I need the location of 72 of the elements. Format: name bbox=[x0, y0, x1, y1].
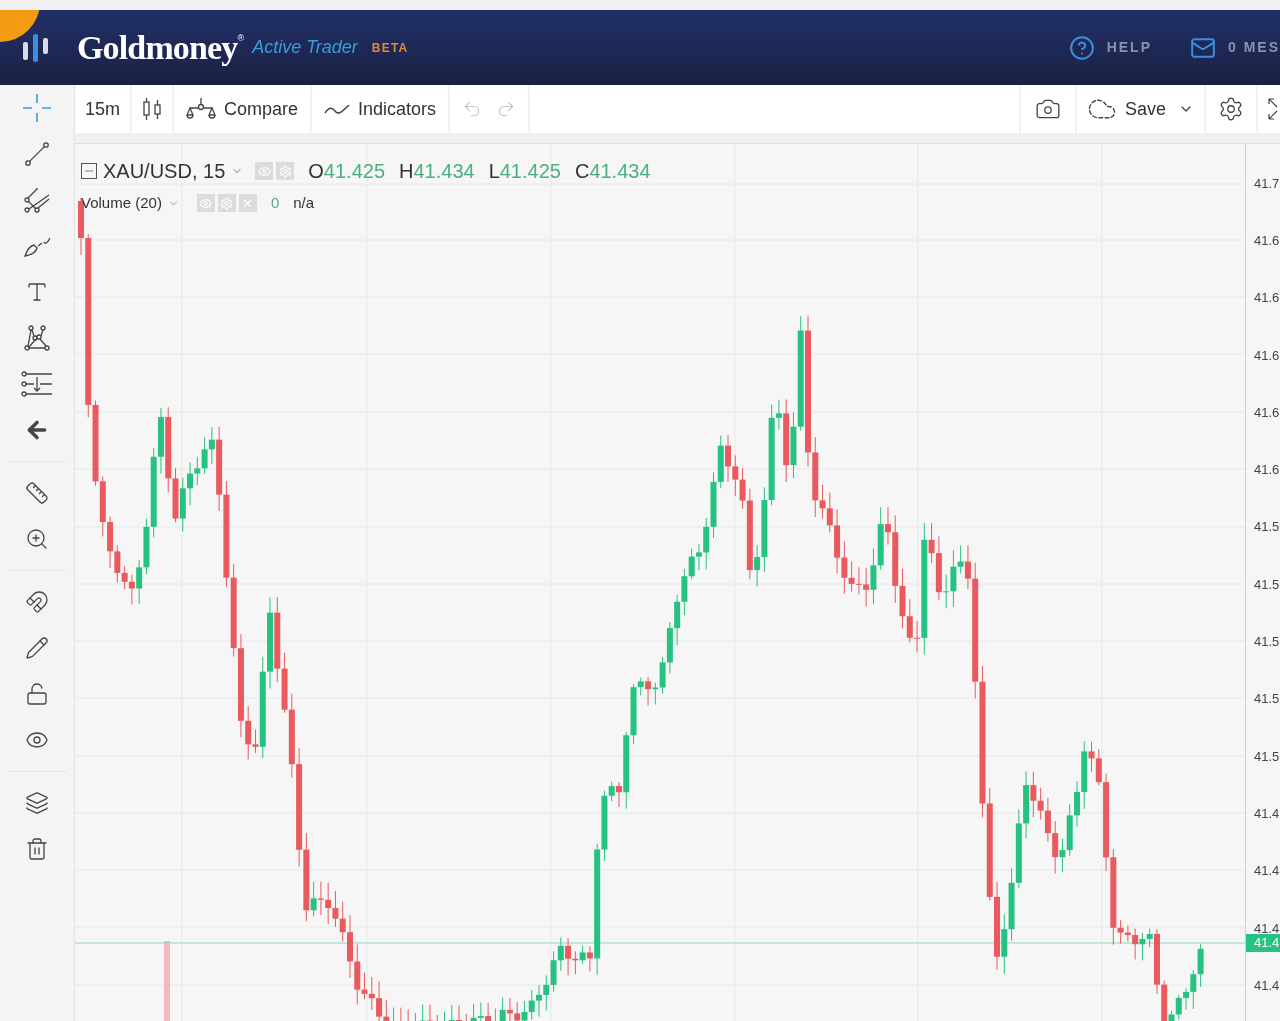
layers-icon bbox=[25, 791, 49, 815]
price-axis-label: 41.6 bbox=[1254, 233, 1280, 248]
remove-toggle[interactable] bbox=[238, 194, 257, 213]
pencil-icon bbox=[25, 636, 49, 660]
interval-button[interactable]: 15m bbox=[75, 85, 130, 133]
price-axis-label: 41.6 bbox=[1254, 463, 1280, 478]
settings-icon bbox=[278, 164, 292, 178]
price-axis-label: 41.4 bbox=[1254, 921, 1280, 936]
ohlc-key: L bbox=[488, 156, 500, 186]
price-axis-label: 41.7 bbox=[1254, 176, 1280, 191]
settings-icon bbox=[220, 196, 234, 210]
price-axis-label: 41.5 bbox=[1254, 635, 1280, 649]
price-axis-label: 41.5 bbox=[1254, 749, 1280, 764]
fullscreen-icon bbox=[1268, 98, 1278, 120]
pitchfork-icon bbox=[23, 186, 51, 214]
scales-icon bbox=[186, 97, 216, 121]
compare-button[interactable]: Compare bbox=[174, 85, 311, 133]
price-axis-label: 41.6 bbox=[1254, 348, 1280, 363]
last-price-label: 41.4 bbox=[1246, 934, 1280, 952]
zoom-in-icon bbox=[25, 527, 49, 551]
eye-icon bbox=[257, 164, 271, 178]
ohlc-value: 41.425 bbox=[323, 159, 385, 184]
messages-link[interactable]: 0 MES bbox=[1190, 34, 1280, 61]
volume-extra: n/a bbox=[293, 193, 315, 213]
ohlc-value: 41.434 bbox=[413, 159, 475, 184]
price-axis-label: 41.6 bbox=[1254, 291, 1280, 306]
collapse-button[interactable] bbox=[81, 163, 97, 179]
save-button[interactable]: Save bbox=[1076, 85, 1204, 133]
indicators-button[interactable]: Indicators bbox=[312, 85, 449, 133]
crosshair-icon bbox=[21, 92, 53, 124]
settings-icon bbox=[1218, 96, 1244, 122]
volume-value: 0 bbox=[270, 193, 280, 213]
fullscreen-button[interactable] bbox=[1258, 85, 1280, 133]
magnet-icon bbox=[25, 590, 49, 614]
help-link[interactable]: HELP bbox=[1068, 34, 1152, 61]
settings-toggle[interactable] bbox=[276, 162, 295, 180]
line-tool-icon bbox=[23, 140, 51, 168]
registered-mark: ® bbox=[237, 32, 245, 43]
price-axis-label: 41.4 bbox=[1254, 806, 1280, 821]
symbol-title[interactable]: XAU/USD, 15 bbox=[103, 156, 226, 186]
chart-type-button[interactable] bbox=[132, 85, 172, 133]
volume-label[interactable]: Volume (20) bbox=[81, 192, 162, 215]
price-axis-label: 41.4 bbox=[1254, 978, 1280, 993]
visibility-toggle[interactable] bbox=[196, 194, 215, 213]
help-icon bbox=[1068, 34, 1095, 61]
price-axis-label: 41.6 bbox=[1254, 405, 1280, 420]
wave-icon bbox=[324, 101, 351, 117]
brand-name: Goldmoney bbox=[77, 28, 238, 68]
price-range-icon bbox=[21, 370, 53, 398]
beta-label: BETA bbox=[371, 39, 409, 57]
candles-icon bbox=[142, 97, 162, 121]
ohlc-key: O bbox=[308, 156, 324, 186]
ohlc-key: C bbox=[574, 156, 590, 186]
settings-toggle[interactable] bbox=[217, 194, 236, 213]
trash-icon bbox=[25, 837, 49, 861]
unlock-icon bbox=[25, 682, 49, 706]
screenshot-button[interactable] bbox=[1020, 85, 1075, 133]
price-axis-label: 41.5 bbox=[1254, 577, 1280, 592]
ohlc-key: H bbox=[399, 156, 414, 186]
price-axis-label: 41.5 bbox=[1254, 692, 1280, 707]
visibility-toggle[interactable] bbox=[255, 162, 274, 180]
pattern-icon bbox=[23, 324, 51, 352]
text-tool-icon bbox=[25, 280, 49, 304]
settings-button[interactable] bbox=[1206, 85, 1256, 133]
ohlc-value: 41.425 bbox=[499, 159, 561, 184]
price-axis-label: 41.4 bbox=[1254, 864, 1280, 879]
price-axis-label: 41.5 bbox=[1254, 520, 1280, 535]
product-name: Active Trader bbox=[252, 36, 358, 59]
ohlc-value: 41.434 bbox=[589, 159, 651, 184]
bars-logo-icon bbox=[22, 31, 50, 64]
eye-icon bbox=[199, 196, 213, 210]
ruler-icon bbox=[25, 481, 49, 505]
